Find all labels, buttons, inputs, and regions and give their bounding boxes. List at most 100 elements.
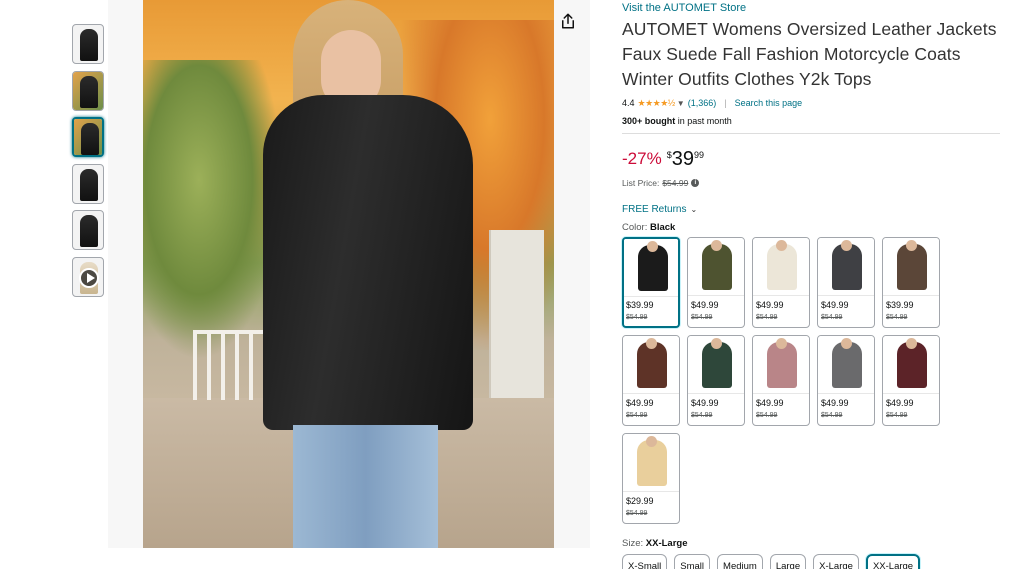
swatch-head — [906, 240, 917, 251]
swatch-price: $49.99 — [821, 300, 849, 310]
thumbnail-2[interactable] — [72, 70, 104, 111]
search-this-page-link[interactable]: Search this page — [735, 98, 803, 108]
share-button[interactable] — [556, 10, 580, 34]
swatch-head — [647, 241, 658, 252]
swatch-head — [776, 338, 787, 349]
share-icon — [562, 13, 574, 28]
product-title: AUTOMET Womens Oversized Leather Jackets… — [622, 19, 997, 89]
thumbnail-image — [80, 29, 98, 61]
swatch-list-price: $54.99 — [886, 412, 908, 419]
color-swatch-grey[interactable]: $49.99 $54.99 — [817, 335, 875, 426]
star-rating-icon[interactable]: ★★★★½ — [638, 98, 676, 109]
swatch-list-price: $54.99 — [626, 412, 648, 419]
swatch-image — [883, 238, 939, 296]
swatch-head — [711, 240, 722, 251]
color-swatch-khaki[interactable]: $29.99 $54.99 — [622, 433, 680, 524]
price: $ 39 99 — [667, 148, 704, 170]
selected-size-name: XX-Large — [645, 538, 688, 549]
swatch-list-price: $54.99 — [821, 314, 843, 321]
swatch-list-price: $54.99 — [821, 412, 843, 419]
product-details: Visit the AUTOMET Store AUTOMET Womens O… — [622, 0, 1012, 569]
color-swatch-army-green[interactable]: $49.99 $54.99 — [687, 237, 745, 328]
color-swatch-brown[interactable]: $49.99 $54.99 — [622, 335, 680, 426]
color-swatch-dark-green[interactable]: $49.99 $54.99 — [687, 335, 745, 426]
model-jacket — [263, 95, 473, 430]
swatch-price: $49.99 — [691, 300, 719, 310]
swatch-image — [753, 238, 809, 296]
chevron-down-icon[interactable]: ▼ — [677, 99, 685, 108]
rating-row: 4.4 ★★★★½ ▼ (1,366) | Search this page — [622, 97, 1012, 109]
bought-suffix: in past month — [675, 116, 732, 126]
color-swatch-black[interactable]: $39.99 $54.99 — [622, 237, 680, 328]
thumbnail-1[interactable] — [72, 24, 104, 64]
main-product-image[interactable] — [143, 0, 554, 548]
store-link[interactable]: Visit the AUTOMET Store — [622, 2, 1012, 14]
list-price-value: $54.99 — [662, 177, 689, 188]
price-whole: 39 — [671, 148, 694, 170]
swatch-list-price: $54.99 — [756, 314, 778, 321]
chevron-down-icon: ⌄ — [690, 204, 698, 214]
size-option-x-large[interactable]: X-Large — [813, 554, 859, 569]
thumbnail-image — [80, 215, 98, 248]
swatch-price: $49.99 — [821, 398, 849, 408]
swatch-price: $49.99 — [691, 398, 719, 408]
thumbnail-5[interactable] — [72, 210, 104, 251]
thumbnail-strip — [72, 24, 104, 304]
thumbnail-image — [81, 123, 99, 156]
size-option-large[interactable]: Large — [769, 554, 807, 569]
color-swatch-pink[interactable]: $49.99 $54.99 — [752, 335, 810, 426]
swatch-price: $49.99 — [626, 398, 654, 408]
bought-count: 300+ bought — [622, 116, 676, 126]
divider — [622, 133, 1000, 134]
size-option-x-small[interactable]: X-Small — [622, 554, 668, 569]
model-jeans — [293, 425, 438, 548]
swatch-list-price: $54.99 — [626, 510, 648, 517]
rating-count-link[interactable]: (1,366) — [688, 98, 717, 108]
swatch-head — [646, 338, 657, 349]
swatch-head — [646, 436, 657, 447]
swatch-price: $39.99 — [886, 300, 914, 310]
swatch-image — [688, 238, 744, 296]
list-price-label: List Price: — [622, 177, 660, 188]
background-tree — [143, 60, 283, 360]
swatch-image — [818, 336, 874, 394]
swatch-price: $39.99 — [626, 300, 654, 310]
swatch-image — [818, 238, 874, 296]
price-row: -27% $ 39 99 — [622, 148, 1012, 170]
color-swatch-cream[interactable]: $49.99 $54.99 — [752, 237, 810, 328]
thumbnail-video[interactable] — [72, 256, 104, 297]
swatch-list-price: $54.99 — [691, 412, 713, 419]
size-option-xx-large[interactable]: XX-Large — [865, 554, 921, 569]
swatch-image — [753, 336, 809, 394]
swatch-list-price: $54.99 — [626, 314, 648, 321]
swatch-image — [883, 336, 939, 394]
swatch-price: $49.99 — [756, 300, 784, 310]
size-option-small[interactable]: Small — [674, 554, 711, 569]
price-fraction: 99 — [693, 150, 704, 160]
thumbnail-3[interactable] — [72, 117, 104, 158]
color-swatch-wine-red[interactable]: $49.99 $54.99 — [882, 335, 940, 426]
swatch-list-price: $54.99 — [756, 412, 778, 419]
free-returns-link[interactable]: FREE Returns ⌄ — [622, 203, 1012, 215]
color-swatch-dark-grey[interactable]: $49.99 $54.99 — [817, 237, 875, 328]
swatch-head — [841, 240, 852, 251]
swatch-image — [623, 434, 679, 492]
thumbnail-image — [80, 75, 98, 108]
thumbnail-4[interactable] — [72, 163, 104, 204]
size-option-medium[interactable]: Medium — [717, 554, 763, 569]
color-swatch-coffee[interactable]: $39.99 $54.99 — [882, 237, 940, 328]
play-icon — [79, 267, 99, 288]
color-label: Color: — [622, 222, 648, 233]
discount-percent: -27% — [622, 149, 662, 168]
swatch-price: $49.99 — [756, 398, 784, 408]
main-image-container — [108, 0, 590, 548]
swatch-head — [776, 240, 787, 251]
separator: | — [724, 98, 727, 108]
rating-value: 4.4 — [622, 98, 635, 108]
swatch-price: $29.99 — [626, 496, 654, 506]
swatch-list-price: $54.99 — [691, 314, 713, 321]
info-icon[interactable]: i — [691, 178, 700, 187]
swatch-list-price: $54.99 — [886, 314, 908, 321]
list-price-row: List Price: $54.99 i — [622, 177, 1012, 188]
swatch-head — [711, 338, 722, 349]
